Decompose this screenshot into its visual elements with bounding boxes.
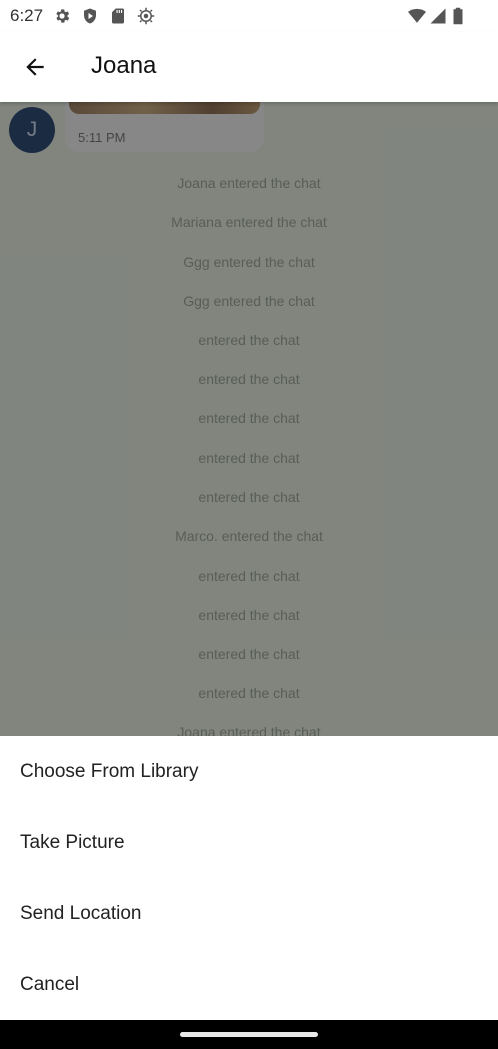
wifi-icon <box>407 7 427 25</box>
sun-badge-icon <box>137 7 155 25</box>
chat-title: Joana <box>91 52 157 79</box>
cancel-option[interactable]: Cancel <box>0 949 498 1020</box>
choose-from-library-option[interactable]: Choose From Library <box>0 736 498 807</box>
sd-card-icon <box>109 7 127 25</box>
option-label: Take Picture <box>20 832 125 853</box>
settings-gear-icon <box>53 7 71 25</box>
shield-icon <box>81 7 99 25</box>
arrow-left-icon <box>26 58 44 76</box>
app-bar: Joana <box>0 32 498 102</box>
option-label: Send Location <box>20 903 142 924</box>
cellular-signal-icon <box>429 7 447 25</box>
system-nav-bar <box>0 1020 498 1049</box>
back-button[interactable] <box>18 50 52 84</box>
chat-area: J 5:11 PM Joana entered the chat Mariana… <box>0 102 498 736</box>
attachment-options-sheet: Choose From Library Take Picture Send Lo… <box>0 736 498 1020</box>
send-location-option[interactable]: Send Location <box>0 878 498 949</box>
option-label: Choose From Library <box>20 761 199 782</box>
home-gesture-handle[interactable] <box>180 1032 318 1037</box>
status-time: 6:27 <box>10 6 44 25</box>
modal-scrim[interactable] <box>0 102 498 736</box>
screen: 6:27 Joana J 5:11 PM Joana entered the c… <box>0 0 498 1049</box>
status-bar: 6:27 <box>0 0 498 32</box>
option-label: Cancel <box>20 974 80 995</box>
battery-icon <box>451 7 465 25</box>
take-picture-option[interactable]: Take Picture <box>0 807 498 878</box>
